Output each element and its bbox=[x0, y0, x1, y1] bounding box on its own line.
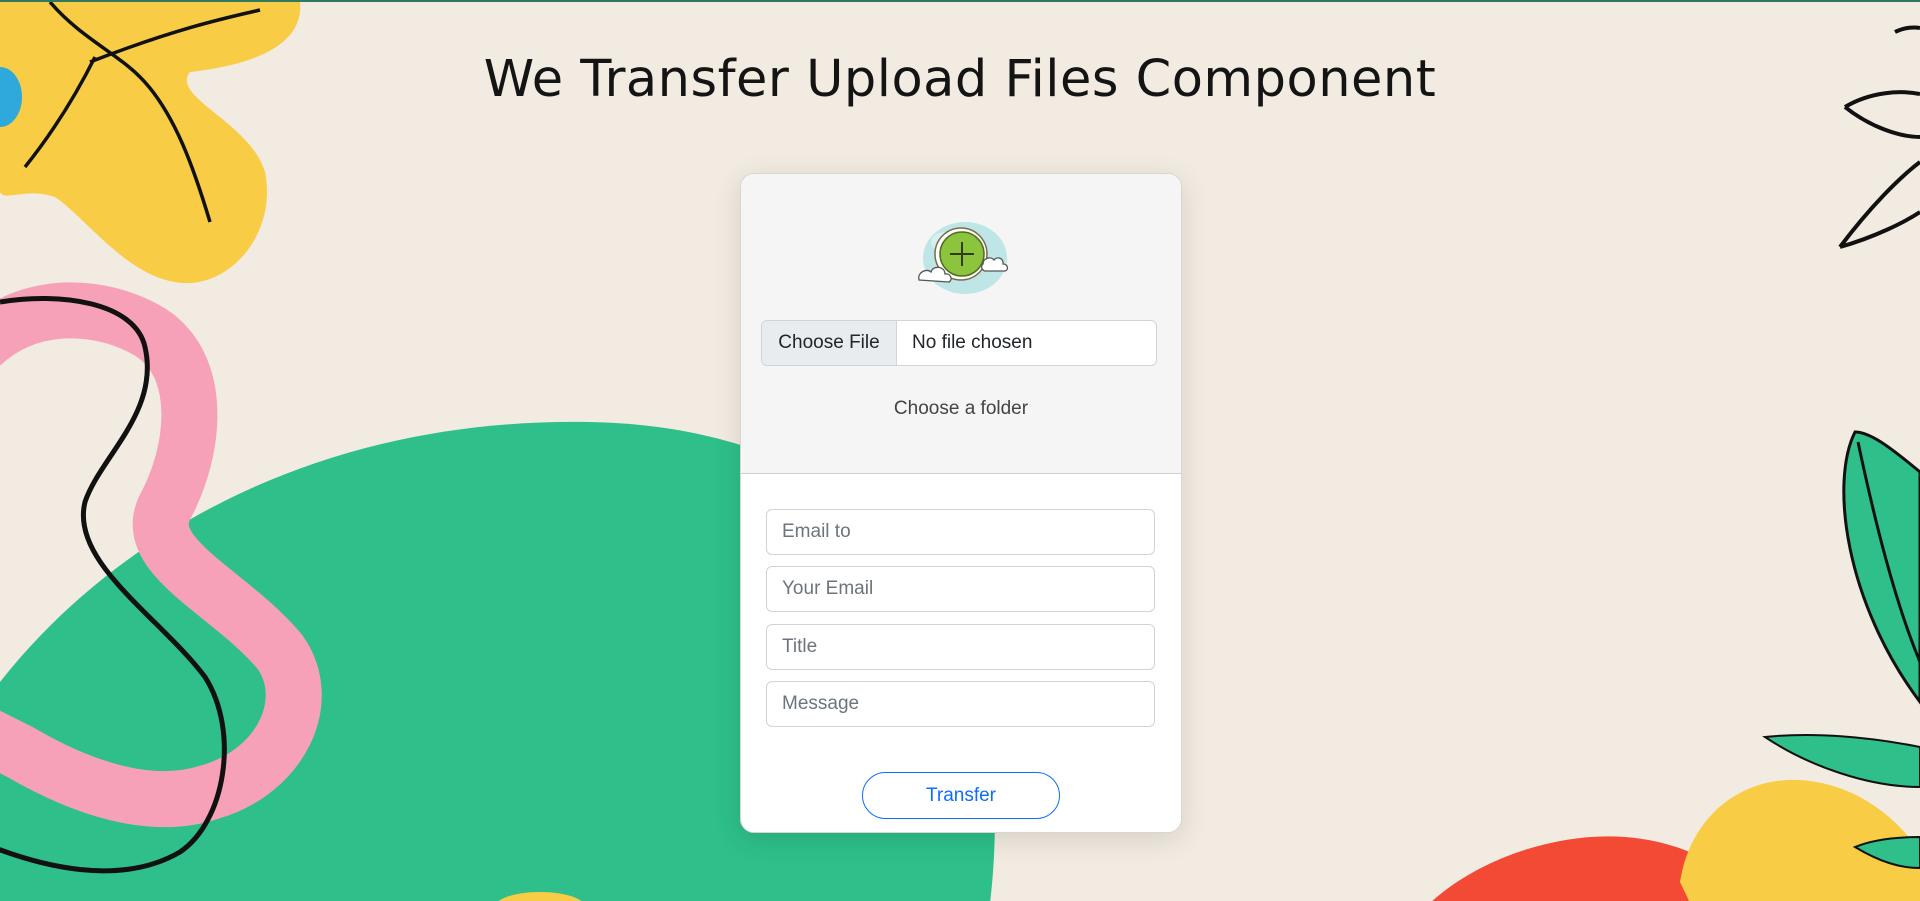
file-status-text: No file chosen bbox=[912, 332, 1033, 353]
page-title: We Transfer Upload Files Component bbox=[483, 50, 1437, 109]
email-to-input[interactable] bbox=[766, 509, 1155, 555]
message-input[interactable] bbox=[766, 681, 1155, 727]
upload-section: Choose File No file chosen Choose a fold… bbox=[741, 174, 1181, 474]
your-email-input[interactable] bbox=[766, 566, 1155, 612]
green-leaf-shape bbox=[1842, 430, 1920, 705]
outline-leaf-line bbox=[1838, 160, 1920, 249]
upload-card: Choose File No file chosen Choose a fold… bbox=[740, 173, 1182, 833]
green-leaf-shape bbox=[1762, 734, 1920, 789]
choose-folder-link[interactable]: Choose a folder bbox=[741, 398, 1181, 420]
title-input[interactable] bbox=[766, 624, 1155, 670]
file-picker[interactable]: Choose File No file chosen bbox=[761, 320, 1157, 366]
transfer-button[interactable]: Transfer bbox=[862, 772, 1060, 819]
choose-file-button[interactable]: Choose File bbox=[762, 321, 897, 365]
outline-leaf-line bbox=[1894, 25, 1920, 34]
cloud-upload-plus-icon[interactable] bbox=[909, 210, 1017, 300]
